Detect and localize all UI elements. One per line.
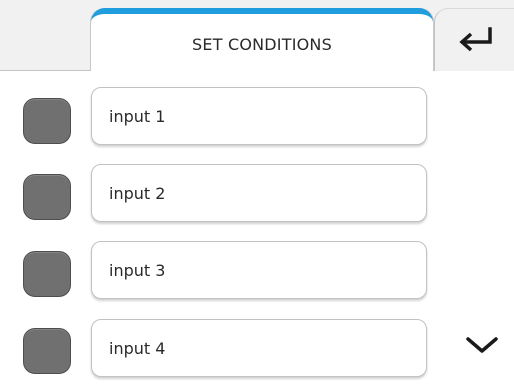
page-title: SET CONDITIONS [192, 35, 332, 54]
input-1-field[interactable]: input 1 [91, 87, 427, 145]
chevron-down-icon[interactable] [462, 333, 502, 357]
input-3-checkbox[interactable] [23, 251, 71, 297]
return-arrow-icon [456, 26, 494, 54]
input-2-field[interactable]: input 2 [91, 164, 427, 222]
input-2-checkbox[interactable] [23, 174, 71, 220]
input-2-label: input 2 [109, 183, 166, 203]
back-button[interactable] [434, 8, 514, 71]
input-4-field[interactable]: input 4 [91, 319, 427, 377]
input-4-checkbox[interactable] [23, 328, 71, 374]
input-1-label: input 1 [109, 106, 166, 126]
input-3-field[interactable]: input 3 [91, 241, 427, 299]
input-3-label: input 3 [109, 260, 166, 280]
input-1-checkbox[interactable] [23, 98, 71, 144]
tab-set-conditions[interactable]: SET CONDITIONS [91, 8, 433, 71]
input-4-label: input 4 [109, 338, 166, 358]
set-conditions-screen: SET CONDITIONS input 1 input 2 input 3 i… [0, 0, 514, 389]
